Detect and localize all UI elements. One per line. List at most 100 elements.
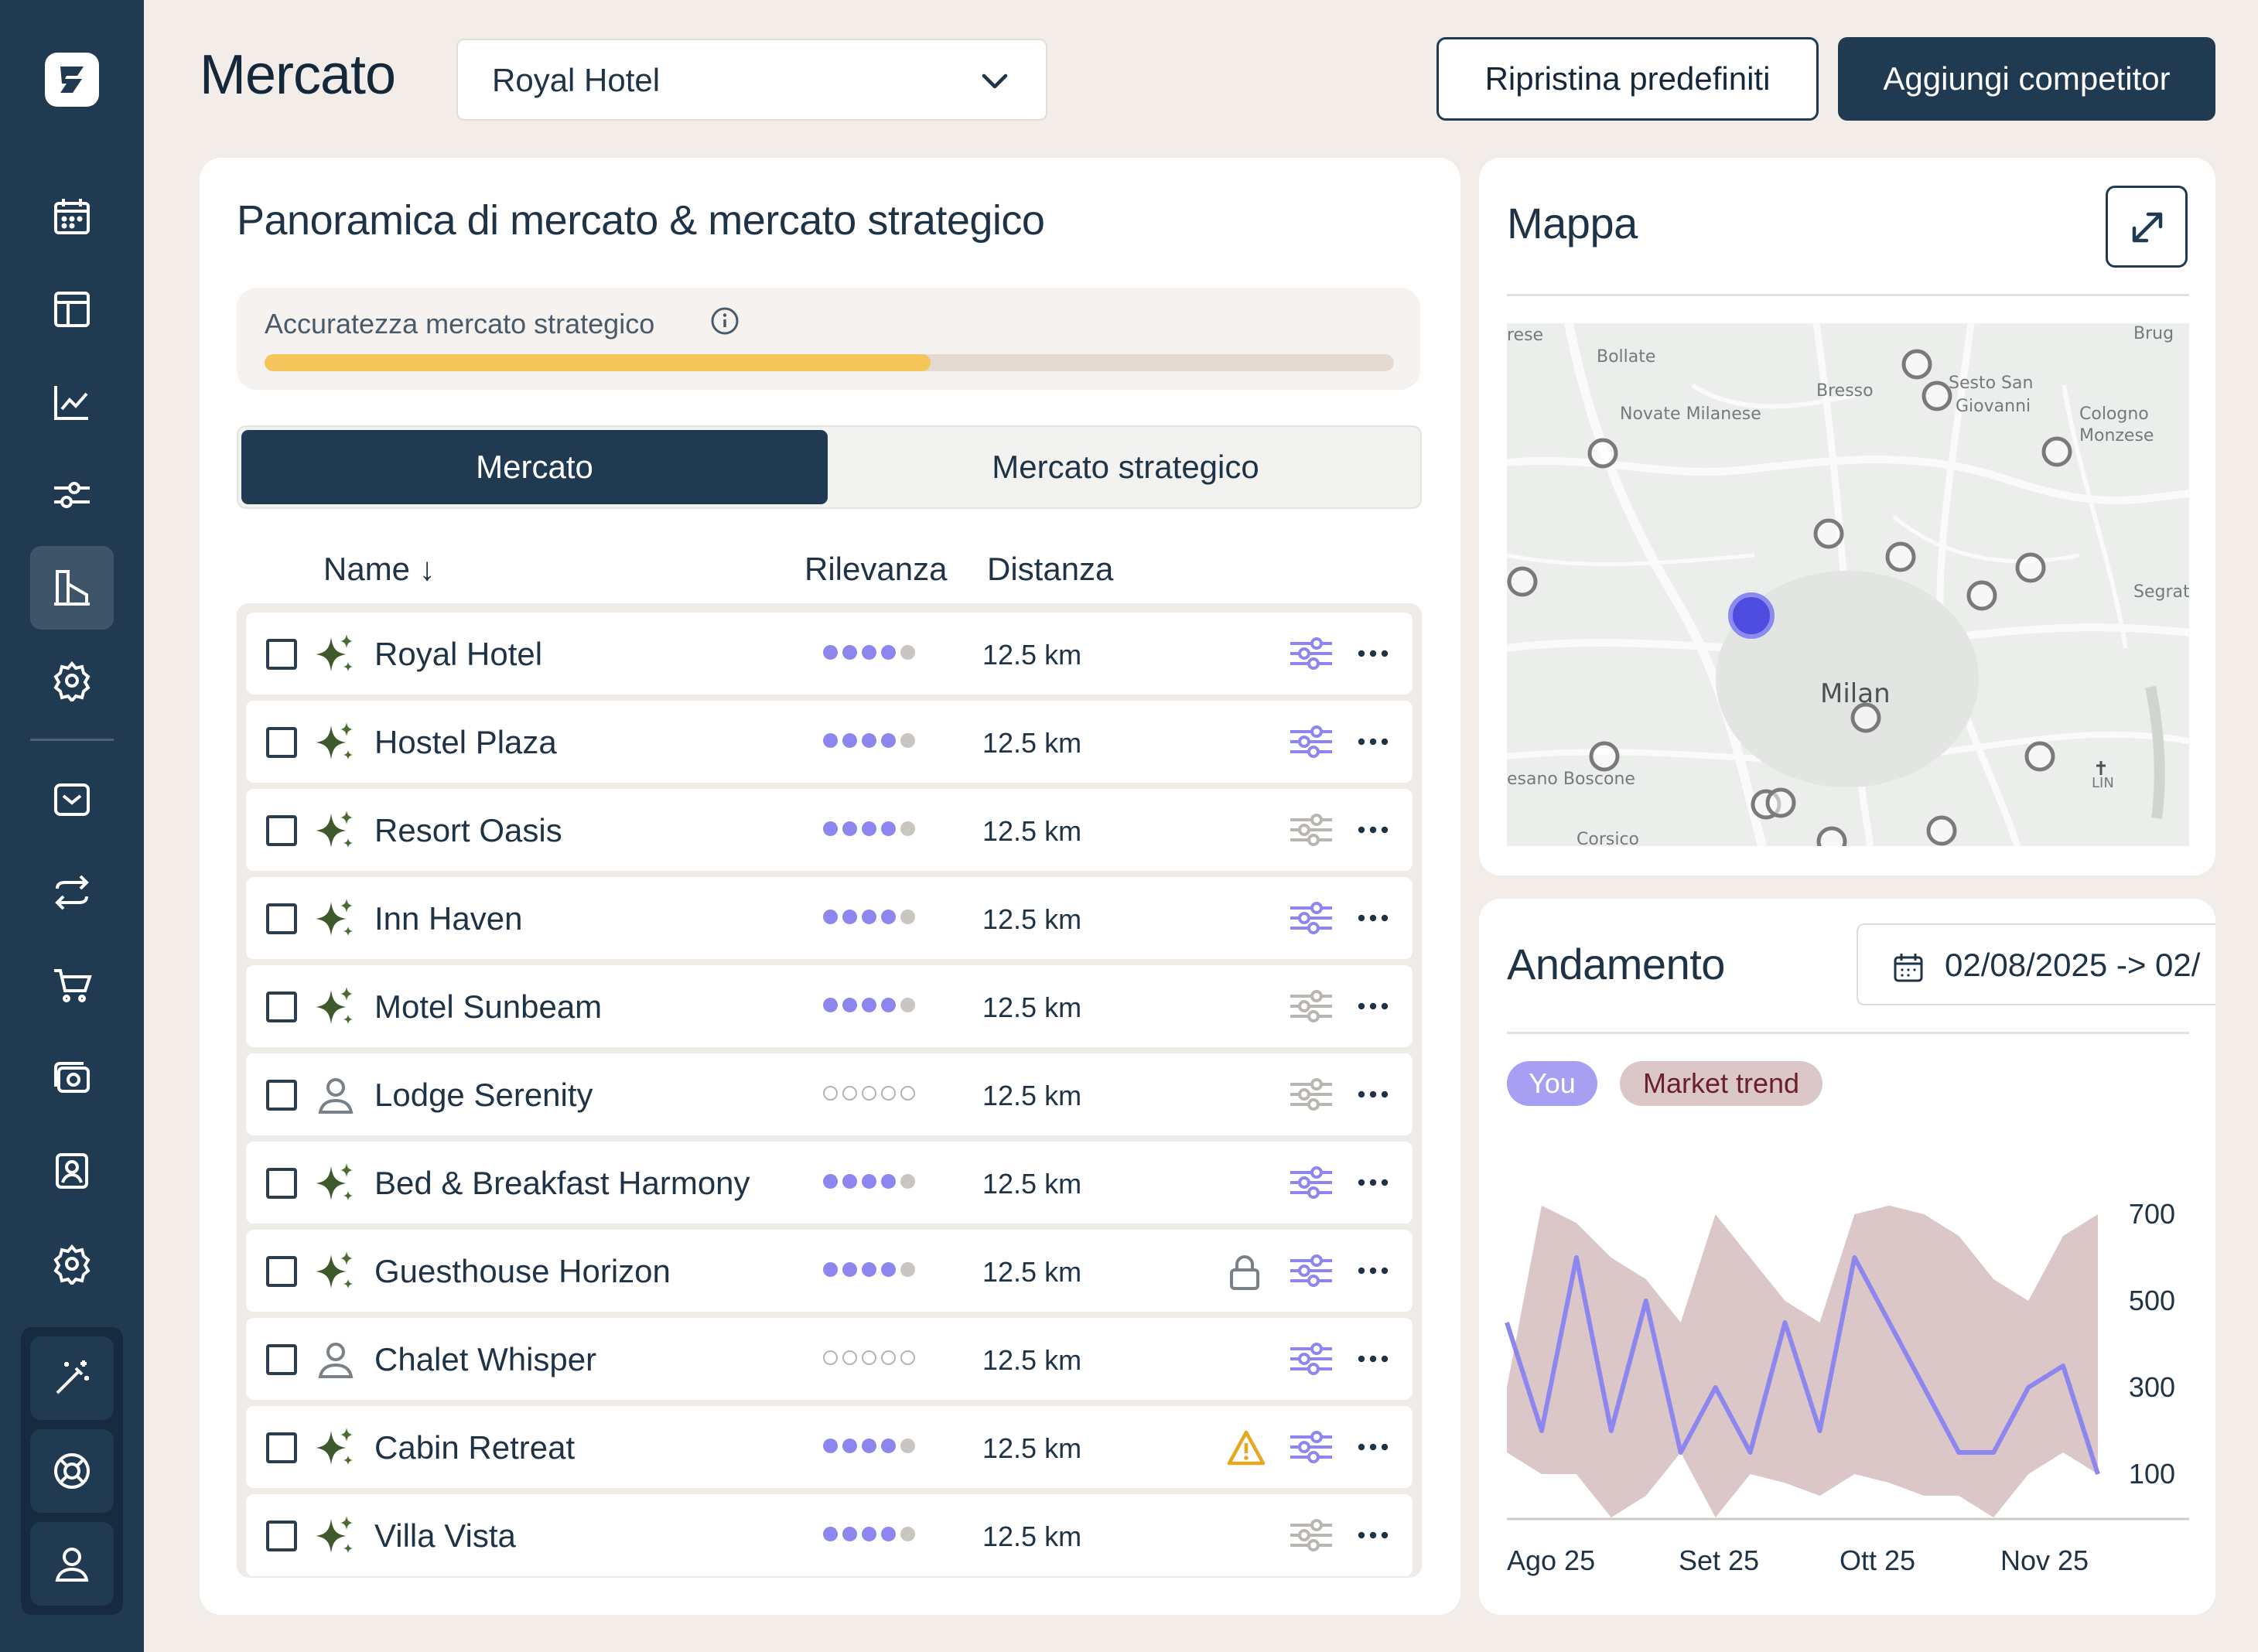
competitor-marker[interactable]: [1901, 349, 1932, 380]
add-competitor-button[interactable]: Aggiungi competitor: [1838, 37, 2215, 121]
relevance-dot: [900, 1086, 915, 1101]
tune-settings-icon[interactable]: [1289, 1075, 1334, 1118]
page-title: Mercato: [200, 44, 396, 106]
relevance-dot: [862, 998, 876, 1012]
competitor-marker[interactable]: [1885, 541, 1916, 572]
row-checkbox[interactable]: [266, 1344, 297, 1375]
competitor-marker[interactable]: [1816, 826, 1847, 846]
competitor-marker[interactable]: [1765, 787, 1796, 818]
column-header-relevance[interactable]: Rilevanza: [804, 551, 947, 588]
competitor-marker[interactable]: [1507, 566, 1538, 597]
competitor-marker[interactable]: [1587, 438, 1618, 469]
layout-icon[interactable]: [30, 268, 114, 351]
tune-settings-icon[interactable]: [1289, 987, 1334, 1029]
relevance-dot: [842, 910, 857, 924]
competitor-marker[interactable]: [1850, 702, 1881, 733]
camera-money-icon[interactable]: [30, 1036, 114, 1120]
competitor-marker[interactable]: [1966, 580, 1997, 611]
row-checkbox[interactable]: [266, 1432, 297, 1463]
tune-settings-icon[interactable]: [1289, 722, 1334, 765]
more-options-icon[interactable]: [1355, 811, 1391, 853]
table-row[interactable]: Motel Sunbeam 12.5 km: [246, 965, 1413, 1047]
expand-map-button[interactable]: [2106, 186, 2188, 268]
map-view[interactable]: rese Bollate Bresso Novate Milanese Sest…: [1507, 323, 2189, 846]
hotel-name: Inn Haven: [374, 900, 523, 937]
magic-wand-icon[interactable]: [30, 1336, 114, 1420]
tab-mercato-strategico[interactable]: Mercato strategico: [831, 430, 1420, 504]
row-checkbox[interactable]: [266, 1521, 297, 1551]
cart-icon[interactable]: [30, 944, 114, 1027]
tune-settings-icon[interactable]: [1289, 1340, 1334, 1382]
user-icon[interactable]: [30, 1522, 114, 1606]
chevron-down-icon: [982, 73, 1008, 89]
tune-settings-icon[interactable]: [1289, 811, 1334, 853]
accuracy-panel: Accuratezza mercato strategico: [237, 288, 1420, 390]
app-logo[interactable]: [45, 53, 99, 107]
row-checkbox[interactable]: [266, 815, 297, 846]
more-options-icon[interactable]: [1355, 1163, 1391, 1206]
sparkle-icon: [314, 897, 357, 944]
relevance-dot: [862, 733, 876, 748]
settings-gear-icon[interactable]: [30, 639, 114, 722]
tune-settings-icon[interactable]: [1289, 1516, 1334, 1558]
hotel-name: Royal Hotel: [374, 636, 543, 672]
competitor-marker[interactable]: [2015, 552, 2046, 583]
row-checkbox[interactable]: [266, 639, 297, 670]
table-row[interactable]: Cabin Retreat 12.5 km: [246, 1406, 1413, 1488]
row-checkbox[interactable]: [266, 727, 297, 758]
inbox-icon[interactable]: [30, 758, 114, 841]
row-checkbox[interactable]: [266, 992, 297, 1022]
tune-settings-icon[interactable]: [1289, 1163, 1334, 1206]
table-row[interactable]: Villa Vista 12.5 km: [246, 1494, 1413, 1576]
transfer-icon[interactable]: [30, 851, 114, 934]
table-row[interactable]: Chalet Whisper 12.5 km: [246, 1318, 1413, 1400]
row-checkbox[interactable]: [266, 1080, 297, 1111]
more-options-icon[interactable]: [1355, 1075, 1391, 1118]
more-options-icon[interactable]: [1355, 634, 1391, 677]
info-icon[interactable]: [710, 306, 740, 336]
sliders-icon[interactable]: [30, 453, 114, 537]
tune-settings-icon[interactable]: [1289, 634, 1334, 677]
row-checkbox[interactable]: [266, 1256, 297, 1287]
tune-settings-icon[interactable]: [1289, 1428, 1334, 1470]
contact-card-icon[interactable]: [30, 1129, 114, 1213]
market-icon[interactable]: [30, 546, 114, 630]
more-options-icon[interactable]: [1355, 1516, 1391, 1558]
competitor-marker[interactable]: [1922, 381, 1952, 411]
settings-icon[interactable]: [30, 1222, 114, 1306]
table-row[interactable]: Lodge Serenity 12.5 km: [246, 1053, 1413, 1135]
row-checkbox[interactable]: [266, 903, 297, 934]
sparkle-icon: [314, 809, 357, 856]
lifebuoy-icon[interactable]: [30, 1429, 114, 1513]
competitor-marker[interactable]: [2024, 741, 2055, 772]
competitor-marker[interactable]: [1926, 815, 1957, 846]
competitor-marker[interactable]: [1589, 741, 1620, 772]
table-row[interactable]: Resort Oasis 12.5 km: [246, 789, 1413, 871]
table-row[interactable]: Inn Haven 12.5 km: [246, 877, 1413, 959]
competitor-marker[interactable]: [1813, 518, 1844, 549]
table-row[interactable]: Royal Hotel 12.5 km: [246, 613, 1413, 695]
table-row[interactable]: Bed & Breakfast Harmony 12.5 km: [246, 1142, 1413, 1224]
reset-defaults-button[interactable]: Ripristina predefiniti: [1436, 37, 1819, 121]
calendar-icon[interactable]: [30, 175, 114, 258]
more-options-icon[interactable]: [1355, 722, 1391, 765]
table-row[interactable]: Hostel Plaza 12.5 km: [246, 701, 1413, 783]
more-options-icon[interactable]: [1355, 1340, 1391, 1382]
tune-settings-icon[interactable]: [1289, 899, 1334, 941]
sparkle-icon: [314, 1426, 357, 1473]
tab-mercato[interactable]: Mercato: [241, 430, 828, 504]
more-options-icon[interactable]: [1355, 899, 1391, 941]
column-header-distance[interactable]: Distanza: [987, 551, 1113, 588]
line-chart-icon[interactable]: [30, 360, 114, 444]
hotel-select[interactable]: Royal Hotel: [456, 39, 1047, 121]
more-options-icon[interactable]: [1355, 1428, 1391, 1470]
more-options-icon[interactable]: [1355, 987, 1391, 1029]
table-row[interactable]: Guesthouse Horizon 12.5 km: [246, 1230, 1413, 1312]
column-header-name[interactable]: Name ↓: [323, 551, 436, 588]
tune-settings-icon[interactable]: [1289, 1251, 1334, 1294]
row-checkbox[interactable]: [266, 1168, 297, 1199]
more-options-icon[interactable]: [1355, 1251, 1391, 1294]
competitor-marker[interactable]: [2041, 436, 2072, 467]
own-hotel-marker[interactable]: [1728, 592, 1775, 639]
distance-value: 12.5 km: [982, 1080, 1082, 1111]
